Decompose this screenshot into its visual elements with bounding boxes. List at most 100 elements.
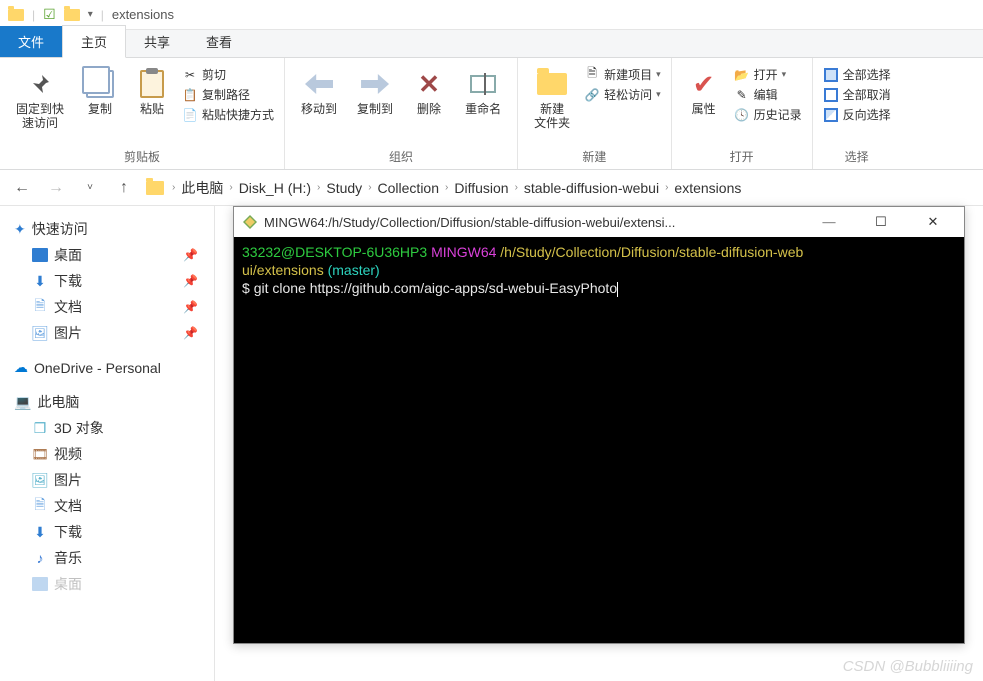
label: 粘贴 [140,102,164,116]
chevron-right-icon: › [515,182,518,193]
breadcrumb-item[interactable]: Collection [378,180,439,196]
window-title: extensions [112,7,174,22]
pin-icon: 📌 [183,326,198,340]
forward-button[interactable]: → [44,176,68,200]
properties-button[interactable]: ✔ 属性 [682,66,726,118]
label: 图片 [54,470,82,490]
sidebar-this-pc[interactable]: 💻此电脑 [0,389,214,415]
open-button[interactable]: 📂打开▾ [734,66,802,83]
dropdown-icon[interactable]: ▾ [88,9,93,20]
new-item-button[interactable]: 🗎新建项目▾ [584,66,661,83]
terminal-user: 33232@DESKTOP-6U36HP3 [242,244,427,260]
sidebar-item-videos[interactable]: 🎞视频 [0,441,214,467]
breadcrumb-item[interactable]: Study [326,180,362,196]
picture-icon: 🖼 [32,473,48,487]
chevron-right-icon: › [368,182,371,193]
label: 粘贴快捷方式 [202,106,274,123]
sidebar-item-pictures[interactable]: 🖼图片📌 [0,320,214,346]
cloud-icon: ☁ [14,359,28,376]
rename-button[interactable]: 重命名 [459,66,507,118]
copy-path-button[interactable]: 📋复制路径 [182,86,274,103]
pin-to-quick-access-button[interactable]: 固定到快 速访问 [10,66,70,132]
terminal-branch: (master) [328,262,380,278]
folder-icon [146,181,164,195]
recent-button[interactable]: ˅ [78,176,102,200]
terminal-command: git clone https://github.com/aigc-apps/s… [254,280,617,296]
download-icon: ⬇ [32,525,48,539]
copy-to-button[interactable]: 复制到 [351,66,399,118]
terminal-body[interactable]: 33232@DESKTOP-6U36HP3 MINGW64 /h/Study/C… [234,237,964,643]
rename-icon [470,75,496,93]
new-item-icon: 🗎 [584,67,600,83]
breadcrumb-item[interactable]: 此电脑 [181,178,223,198]
check-icon: ✔ [693,69,715,100]
maximize-button[interactable]: ☐ [858,207,904,237]
sidebar-item-documents[interactable]: 🗎文档 [0,493,214,519]
breadcrumb-item[interactable]: stable-diffusion-webui [524,180,659,196]
tab-file[interactable]: 文件 [0,26,62,57]
pc-icon: 💻 [14,394,31,411]
breadcrumb[interactable]: › 此电脑 › Disk_H (H:) › Study › Collection… [146,178,741,198]
sidebar-item-music[interactable]: ♪音乐 [0,545,214,571]
breadcrumb-item[interactable]: Diffusion [454,180,508,196]
select-all-icon [823,67,839,83]
chevron-down-icon: ▾ [656,89,661,100]
group-select: 全部选择 全部取消 反向选择 选择 [813,58,901,169]
mingw-icon [242,214,258,230]
sidebar-quick-access[interactable]: ✦快速访问 [0,216,214,242]
label: 历史记录 [754,106,802,123]
delete-button[interactable]: ✕ 删除 [407,66,451,118]
terminal-path: /h/Study/Collection/Diffusion/stable-dif… [500,244,803,260]
close-button[interactable]: ✕ [910,207,956,237]
up-button[interactable]: ↑ [112,176,136,200]
easy-access-button[interactable]: 🔗轻松访问▾ [584,86,661,103]
breadcrumb-item[interactable]: extensions [674,180,741,196]
label: 视频 [54,444,82,464]
cut-button[interactable]: ✂剪切 [182,66,274,83]
sidebar-onedrive[interactable]: ☁OneDrive - Personal [0,356,214,379]
label: 剪切 [202,66,226,83]
tab-home[interactable]: 主页 [62,25,126,58]
body: ✦快速访问 桌面📌 ⬇下载📌 🗎文档📌 🖼图片📌 ☁OneDrive - Per… [0,206,983,681]
easy-access-icon: 🔗 [584,87,600,103]
check-icon[interactable]: ☑ [43,6,56,23]
group-organize: 移动到 复制到 ✕ 删除 重命名 组织 [285,58,518,169]
move-to-button[interactable]: 移动到 [295,66,343,118]
invert-selection-button[interactable]: 反向选择 [823,106,891,123]
sidebar-item-3d[interactable]: ❒3D 对象 [0,415,214,441]
sidebar-item-downloads[interactable]: ⬇下载 [0,519,214,545]
ribbon-tabs: 文件 主页 共享 查看 [0,30,983,58]
terminal-window: MINGW64:/h/Study/Collection/Diffusion/st… [233,206,965,644]
select-none-button[interactable]: 全部取消 [823,86,891,103]
tab-share[interactable]: 共享 [126,26,188,57]
sidebar: ✦快速访问 桌面📌 ⬇下载📌 🗎文档📌 🖼图片📌 ☁OneDrive - Per… [0,206,215,681]
pin-icon [28,72,52,96]
cursor [617,282,618,297]
copy-button[interactable]: 复制 [78,66,122,118]
label: 反向选择 [843,106,891,123]
paste-shortcut-button[interactable]: 📄粘贴快捷方式 [182,106,274,123]
label: 属性 [692,102,716,116]
edit-button[interactable]: ✎编辑 [734,86,802,103]
invert-icon [823,107,839,123]
terminal-titlebar[interactable]: MINGW64:/h/Study/Collection/Diffusion/st… [234,207,964,237]
document-icon: 🗎 [32,499,48,513]
sidebar-item-documents[interactable]: 🗎文档📌 [0,294,214,320]
label: 文档 [54,297,82,317]
group-title: 新建 [528,146,661,167]
sidebar-item-desktop[interactable]: 桌面 [0,571,214,597]
address-bar: ← → ˅ ↑ › 此电脑 › Disk_H (H:) › Study › Co… [0,170,983,206]
new-folder-button[interactable]: 新建 文件夹 [528,66,576,132]
select-all-button[interactable]: 全部选择 [823,66,891,83]
tab-view[interactable]: 查看 [188,26,250,57]
sidebar-item-desktop[interactable]: 桌面📌 [0,242,214,268]
paste-button[interactable]: 粘贴 [130,66,174,118]
minimize-button[interactable]: — [806,207,852,237]
breadcrumb-item[interactable]: Disk_H (H:) [239,180,311,196]
sidebar-item-pictures[interactable]: 🖼 图片 [0,467,214,493]
sidebar-item-downloads[interactable]: ⬇下载📌 [0,268,214,294]
history-button[interactable]: 🕓历史记录 [734,106,802,123]
picture-icon: 🖼 [32,326,48,340]
chevron-right-icon: › [317,182,320,193]
back-button[interactable]: ← [10,176,34,200]
